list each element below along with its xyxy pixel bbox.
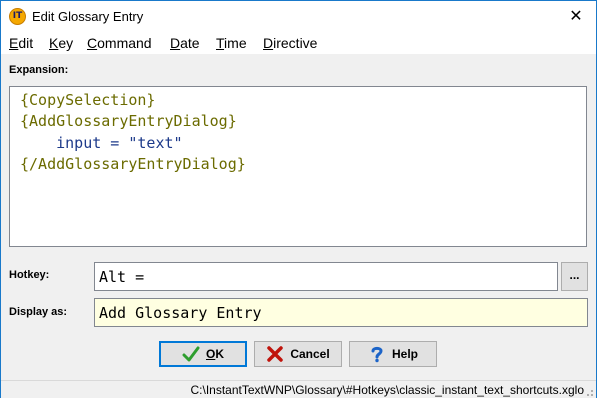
title-bar: IT Edit Glossary Entry ✕ (1, 1, 596, 32)
status-bar: C:\InstantTextWNP\Glossary\#Hotkeys\clas… (1, 380, 596, 398)
menu-key-mnemonic: K (49, 35, 59, 51)
hotkey-browse-button[interactable]: ... (561, 262, 588, 291)
question-mark-icon (371, 346, 383, 363)
menu-command[interactable]: Command (87, 35, 152, 51)
menu-edit-label: dit (18, 35, 34, 51)
menu-date[interactable]: Date (170, 35, 200, 51)
resize-grip-icon[interactable] (584, 387, 594, 397)
help-button[interactable]: Help (349, 341, 437, 367)
expansion-line: {AddGlossaryEntryDialog} (20, 112, 237, 130)
menu-time-mnemonic: T (216, 35, 225, 51)
expansion-line: input = "text" (20, 134, 183, 152)
ok-mnemonic: O (205, 347, 216, 361)
ok-button[interactable]: OK (159, 341, 247, 367)
expansion-label: Expansion: (9, 64, 69, 76)
menu-directive-label: irective (273, 35, 318, 51)
menu-date-label: ate (180, 35, 200, 51)
hotkey-label: Hotkey: (9, 269, 50, 281)
menu-command-label: ommand (97, 35, 152, 51)
menu-edit-mnemonic: E (9, 35, 19, 51)
menu-edit[interactable]: Edit (9, 35, 33, 51)
ok-label-rest: K (215, 347, 224, 361)
cancel-button-label: Cancel (290, 347, 330, 361)
menu-key-label: ey (58, 35, 74, 51)
file-path: C:\InstantTextWNP\Glossary\#Hotkeys\clas… (190, 383, 585, 397)
cancel-button[interactable]: Cancel (254, 341, 342, 367)
menu-bar: Edit Key Command Date Time Directive (1, 32, 596, 54)
expansion-line: {/AddGlossaryEntryDialog} (20, 155, 246, 173)
menu-directive[interactable]: Directive (263, 35, 317, 51)
window-title: Edit Glossary Entry (32, 9, 144, 24)
menu-date-mnemonic: D (170, 35, 181, 51)
display-as-label: Display as: (9, 306, 68, 318)
menu-time-label: ime (224, 35, 247, 51)
menu-key[interactable]: Key (49, 35, 73, 51)
checkmark-icon (182, 346, 200, 362)
ok-button-label: OK (206, 347, 224, 361)
menu-time[interactable]: Time (216, 35, 247, 51)
menu-directive-mnemonic: D (263, 35, 274, 51)
expansion-editor[interactable]: {CopySelection} {AddGlossaryEntryDialog}… (9, 86, 587, 247)
hotkey-field[interactable]: Alt = (94, 262, 558, 291)
close-icon[interactable]: ✕ (561, 4, 591, 28)
help-button-label: Help (391, 347, 418, 361)
expansion-line: {CopySelection} (20, 91, 156, 109)
red-x-icon (267, 346, 284, 362)
dialog-window: IT Edit Glossary Entry ✕ Edit Key Comman… (0, 0, 597, 398)
display-as-field[interactable]: Add Glossary Entry (94, 298, 588, 327)
menu-command-mnemonic: C (87, 35, 98, 51)
instanttext-logo-icon: IT (9, 8, 26, 25)
